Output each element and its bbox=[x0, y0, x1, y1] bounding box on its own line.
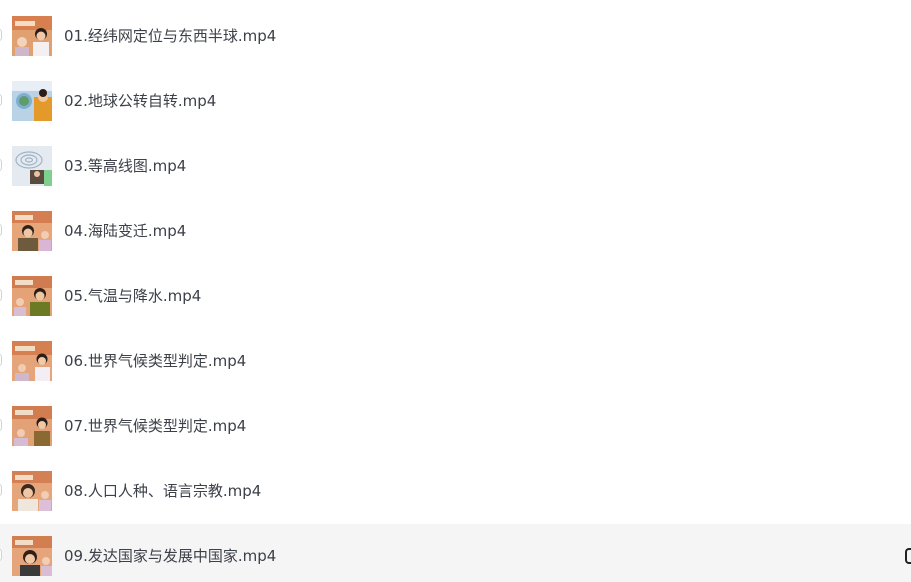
row-checkbox[interactable] bbox=[0, 29, 2, 41]
file-row[interactable]: 08.人口人种、语言宗教.mp4 bbox=[0, 459, 911, 524]
file-row[interactable]: 02.地球公转自转.mp4 bbox=[0, 69, 911, 134]
video-thumbnail[interactable] bbox=[12, 341, 52, 381]
row-checkbox[interactable] bbox=[0, 224, 2, 236]
row-checkbox[interactable] bbox=[0, 484, 2, 496]
video-thumbnail[interactable] bbox=[12, 471, 52, 511]
file-row[interactable]: 03.等高线图.mp4 bbox=[0, 134, 911, 199]
file-name[interactable]: 01.经纬网定位与东西半球.mp4 bbox=[64, 26, 276, 46]
file-name[interactable]: 07.世界气候类型判定.mp4 bbox=[64, 416, 246, 436]
file-row[interactable]: 05.气温与降水.mp4 bbox=[0, 264, 911, 329]
file-name[interactable]: 08.人口人种、语言宗教.mp4 bbox=[64, 481, 261, 501]
video-thumbnail[interactable] bbox=[12, 81, 52, 121]
file-row[interactable]: 07.世界气候类型判定.mp4 bbox=[0, 394, 911, 459]
file-name[interactable]: 03.等高线图.mp4 bbox=[64, 156, 186, 176]
file-row-selected[interactable]: 09.发达国家与发展中国家.mp4 bbox=[0, 524, 911, 582]
row-action-icon[interactable] bbox=[905, 548, 911, 564]
video-thumbnail[interactable] bbox=[12, 211, 52, 251]
row-checkbox[interactable] bbox=[0, 159, 2, 171]
video-thumbnail[interactable] bbox=[12, 536, 52, 576]
video-thumbnail[interactable] bbox=[12, 16, 52, 56]
file-list: 01.经纬网定位与东西半球.mp4 02.地球公转自转.mp4 03.等高线图.… bbox=[0, 0, 911, 582]
file-row[interactable]: 04.海陆变迁.mp4 bbox=[0, 199, 911, 264]
file-row[interactable]: 01.经纬网定位与东西半球.mp4 bbox=[0, 4, 911, 69]
row-checkbox[interactable] bbox=[0, 419, 2, 431]
file-name[interactable]: 04.海陆变迁.mp4 bbox=[64, 221, 186, 241]
row-checkbox[interactable] bbox=[0, 289, 2, 301]
video-thumbnail[interactable] bbox=[12, 406, 52, 446]
file-name[interactable]: 06.世界气候类型判定.mp4 bbox=[64, 351, 246, 371]
file-name[interactable]: 05.气温与降水.mp4 bbox=[64, 286, 201, 306]
row-checkbox[interactable] bbox=[0, 549, 2, 561]
video-thumbnail[interactable] bbox=[12, 146, 52, 186]
row-checkbox[interactable] bbox=[0, 94, 2, 106]
file-name[interactable]: 02.地球公转自转.mp4 bbox=[64, 91, 216, 111]
file-name[interactable]: 09.发达国家与发展中国家.mp4 bbox=[64, 546, 276, 566]
row-checkbox[interactable] bbox=[0, 354, 2, 366]
file-row[interactable]: 06.世界气候类型判定.mp4 bbox=[0, 329, 911, 394]
video-thumbnail[interactable] bbox=[12, 276, 52, 316]
